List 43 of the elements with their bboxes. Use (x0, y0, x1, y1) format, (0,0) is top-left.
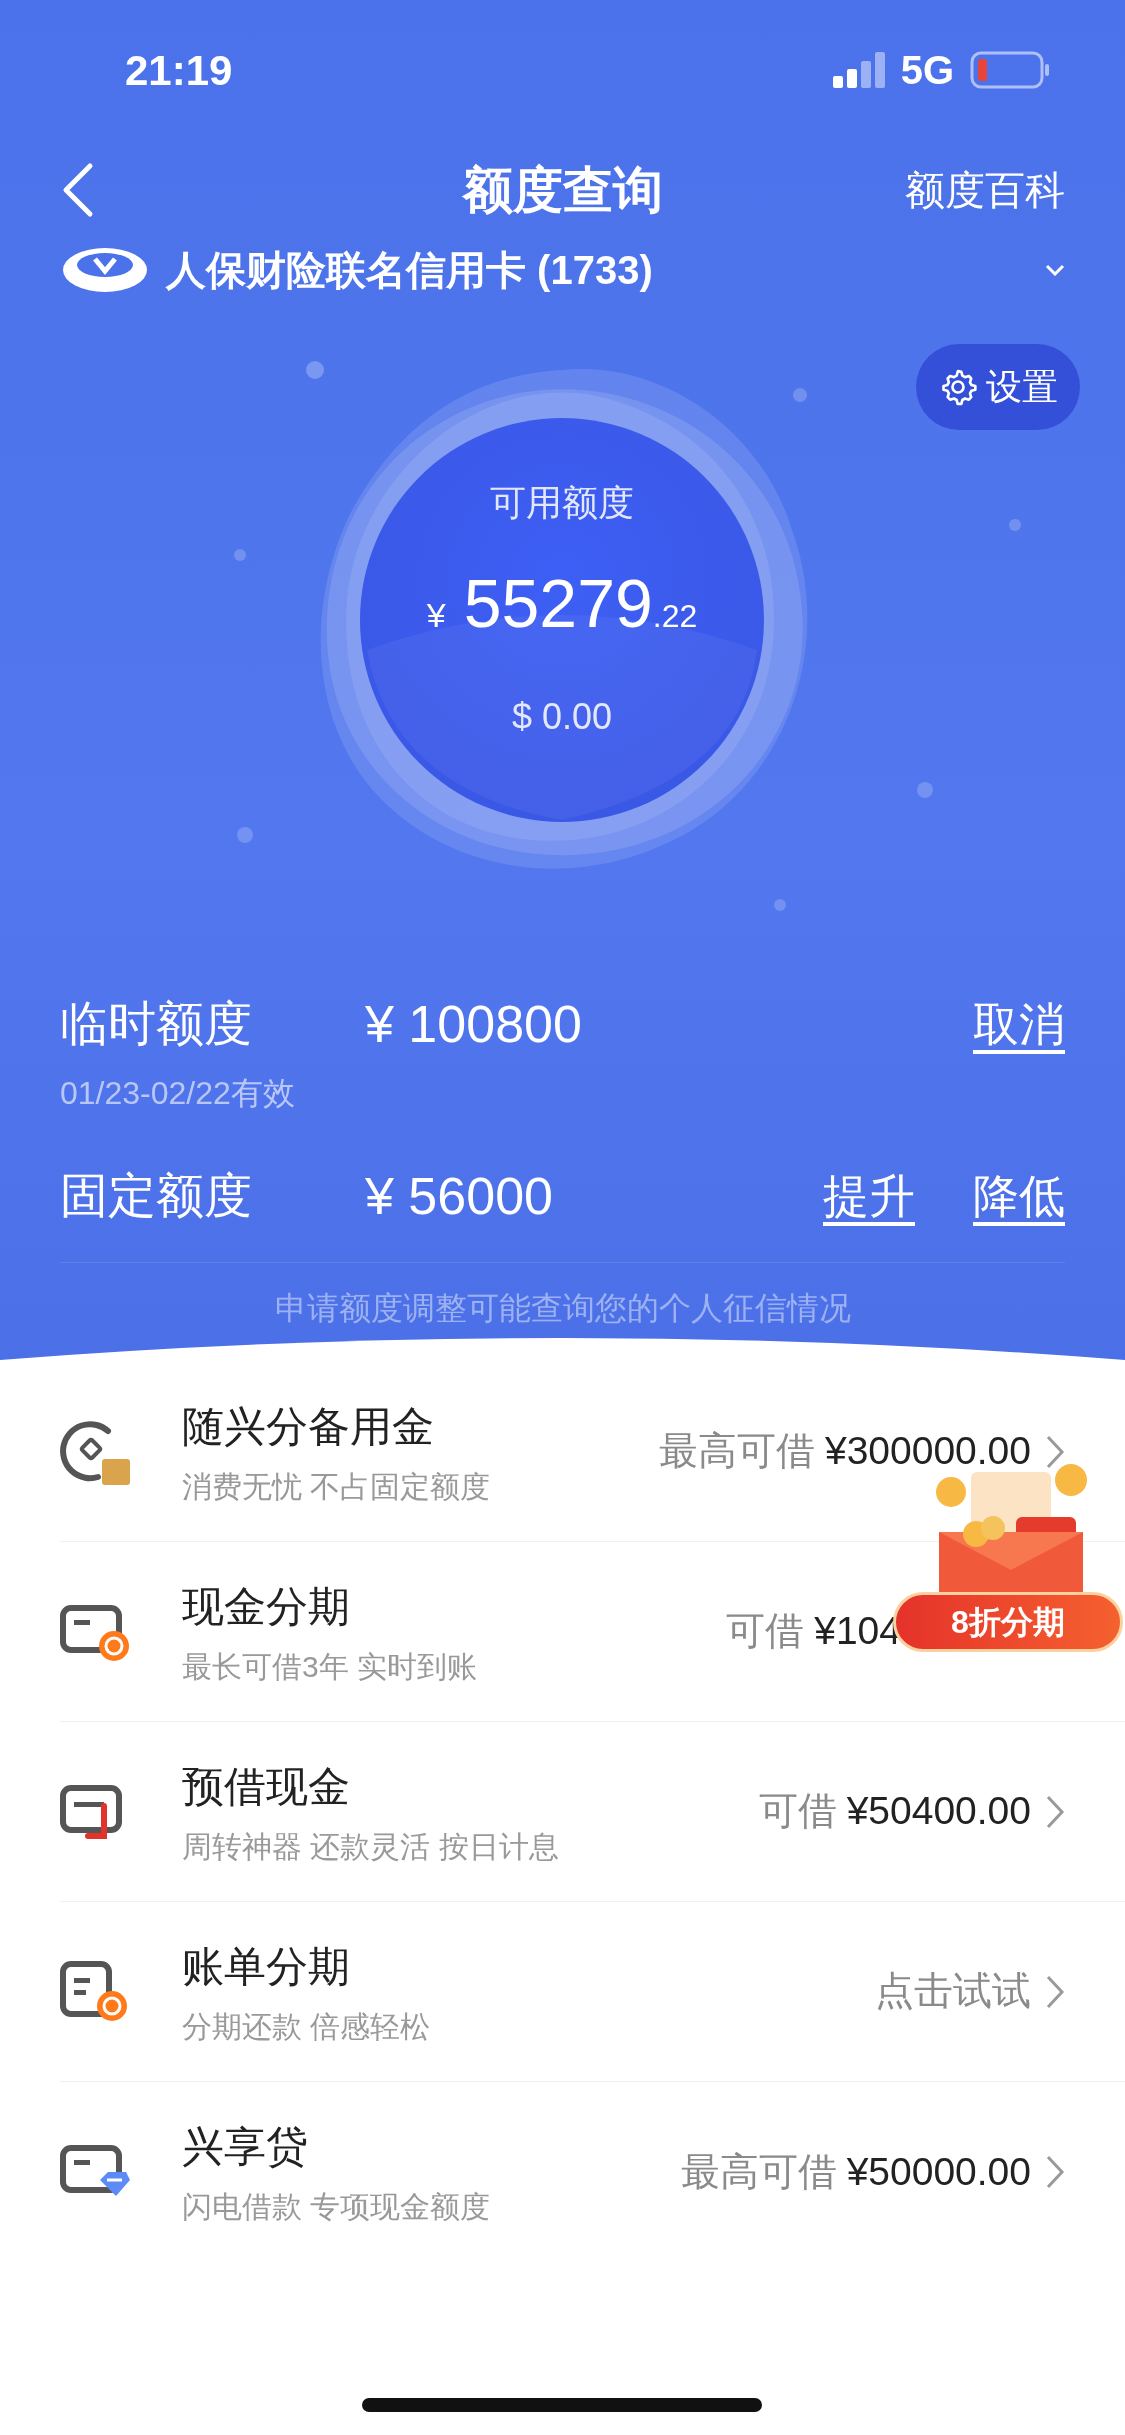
chevron-icon (1045, 1433, 1065, 1470)
card-name[interactable]: 人保财险联名信用卡 (1733) (166, 240, 653, 300)
limit-amount: ¥ 100800 (365, 994, 583, 1055)
product-subtitle: 闪电借款 专项现金额度 (182, 2189, 492, 2225)
limit-label: 临时额度 (60, 996, 253, 1052)
product-limit: 点击试试 (875, 1968, 1031, 2015)
chevron-icon (1045, 1793, 1065, 1830)
limit-action-link[interactable]: 提升 (823, 1161, 915, 1231)
product-title: 账单分期 (182, 1941, 351, 1992)
limit-label: 固定额度 (60, 1168, 253, 1224)
status-time: 21:19 (125, 45, 233, 96)
limit-amount: ¥ 56000 (365, 1166, 554, 1227)
product-row[interactable]: 预借现金 周转神器 还款灵活 按日计息 可借 ¥50400.00 (60, 1722, 1125, 1902)
product-subtitle: 最长可借3年 实时到账 (182, 1648, 479, 1685)
balance-label: 可用额度 (490, 481, 634, 525)
validity-text: 01/23-02/22有效 (60, 1074, 296, 1113)
dropdown-caret-icon[interactable] (1045, 264, 1065, 276)
balance-amount: ¥ 55279.22 (426, 564, 698, 643)
settings-button[interactable]: 设置 (916, 344, 1080, 430)
product-title: 现金分期 (182, 1581, 351, 1632)
product-title: 兴享贷 (182, 2122, 309, 2172)
product-row[interactable]: 账单分期 分期还款 倍感轻松 点击试试 (60, 1902, 1125, 2082)
product-title: 预借现金 (182, 1761, 351, 1812)
chevron-icon (1045, 2154, 1065, 2190)
bank-logo-icon (60, 245, 150, 295)
product-limit: 最高可借 ¥50000.00 (680, 2148, 1031, 2195)
product-row[interactable]: 兴享贷 闪电借款 专项现金额度 最高可借 ¥50000.00 (60, 2082, 1125, 2262)
page-title: 额度查询 (462, 160, 663, 220)
product-subtitle: 消费无忧 不占固定额度 (182, 1468, 492, 1505)
network-label: 5G (900, 47, 954, 94)
signal-icon (832, 52, 885, 88)
notice-text: 申请额度调整可能查询您的个人征信情况 (274, 1289, 851, 1328)
help-link[interactable]: 额度百科 (905, 160, 1065, 220)
battery-icon (970, 51, 1050, 89)
product-title: 随兴分备用金 (182, 1401, 435, 1452)
product-limit: 可借 ¥50400.00 (758, 1788, 1031, 1835)
usd-balance: $ 0.00 (511, 695, 613, 739)
limit-action-link[interactable]: 取消 (973, 989, 1065, 1059)
product-subtitle: 周转神器 还款灵活 按日计息 (182, 1828, 560, 1865)
chevron-icon (1045, 1973, 1065, 2010)
limit-action-link[interactable]: 降低 (973, 1161, 1065, 1231)
product-limit: 最高可借 ¥300000.00 (658, 1428, 1031, 1475)
product-subtitle: 分期还款 倍感轻松 (182, 2008, 432, 2045)
